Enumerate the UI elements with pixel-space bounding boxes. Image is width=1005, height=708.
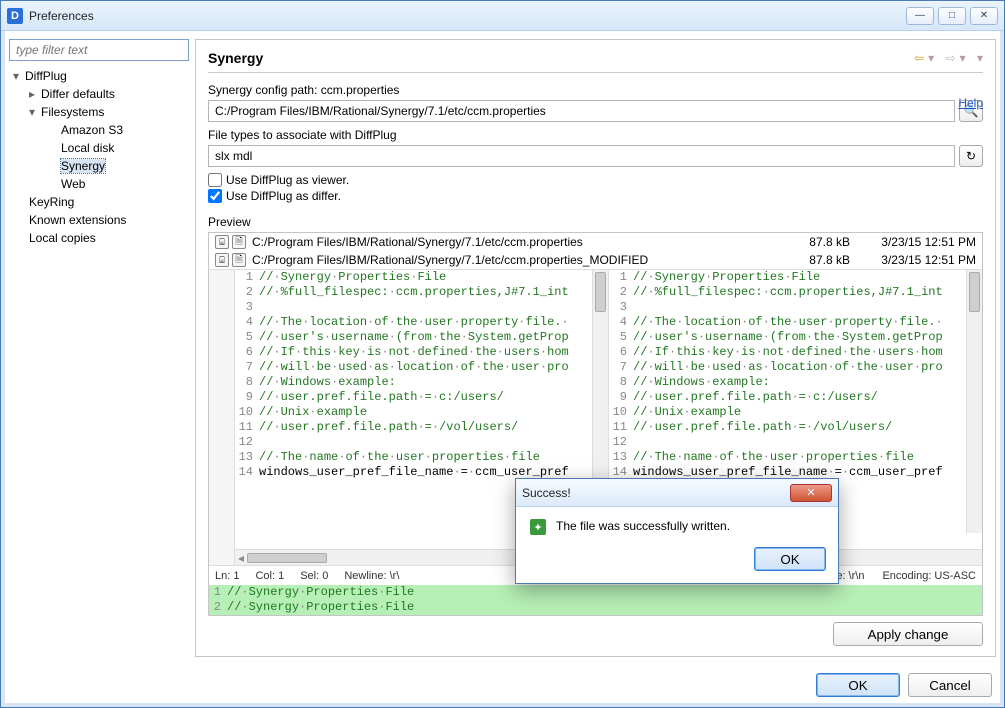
shield-icon: ✦ — [530, 519, 546, 535]
tree-item-local-copies[interactable]: Local copies — [9, 229, 189, 247]
help-link[interactable]: Help — [958, 96, 983, 110]
window-body: DiffPlug Differ defaults Filesystems Ama… — [1, 31, 1004, 665]
preview-label: Preview — [208, 215, 983, 229]
dialog-ok-button[interactable]: OK — [754, 547, 826, 571]
nav-tree[interactable]: DiffPlug Differ defaults Filesystems Ama… — [9, 67, 189, 657]
scrollbar-vertical[interactable] — [966, 270, 982, 533]
forward-icon[interactable]: ⇨ — [946, 51, 956, 65]
disk-icon: ⌸ — [215, 253, 229, 267]
file-icon: 🗎 — [232, 235, 246, 249]
dialog-title: Success! — [522, 486, 790, 500]
tree-item-differ-defaults[interactable]: Differ defaults — [9, 85, 189, 103]
viewer-checkbox[interactable] — [208, 173, 222, 187]
sidebar: DiffPlug Differ defaults Filesystems Ama… — [9, 39, 189, 657]
apply-change-button[interactable]: Apply change — [833, 622, 983, 646]
differ-checkbox-label: Use DiffPlug as differ. — [226, 189, 341, 203]
dialog-footer: OK Cancel — [1, 665, 1004, 707]
back-icon[interactable]: ⇦ — [914, 51, 924, 65]
maximize-button[interactable]: □ — [938, 7, 966, 25]
file-path: C:/Program Files/IBM/Rational/Synergy/7.… — [252, 253, 774, 267]
filter-input[interactable] — [9, 39, 189, 61]
reset-button[interactable]: ↻ — [959, 145, 983, 167]
forward-menu-icon[interactable]: ▾ — [960, 51, 966, 65]
tree-item-diffplug[interactable]: DiffPlug — [9, 67, 189, 85]
cancel-button[interactable]: Cancel — [908, 673, 992, 697]
diff-gutter — [209, 270, 235, 549]
viewer-checkbox-label: Use DiffPlug as viewer. — [226, 173, 349, 187]
status-sel: Sel: 0 — [300, 570, 328, 582]
titlebar[interactable]: D Preferences — □ ✕ — [1, 1, 1004, 31]
merged-result: 1//·Synergy·Properties·File2//·Synergy·P… — [209, 585, 982, 615]
tree-item-amazon-s3[interactable]: Amazon S3 — [9, 121, 189, 139]
app-icon: D — [7, 8, 23, 24]
status-line: Ln: 1 — [215, 570, 239, 582]
file-list: ⌸🗎 C:/Program Files/IBM/Rational/Synergy… — [209, 233, 982, 270]
tree-item-web[interactable]: Web — [9, 175, 189, 193]
dialog-close-button[interactable]: ✕ — [790, 484, 832, 502]
config-path-input[interactable] — [208, 100, 955, 122]
minimize-button[interactable]: — — [906, 7, 934, 25]
close-button[interactable]: ✕ — [970, 7, 998, 25]
tree-item-keyring[interactable]: KeyRing — [9, 193, 189, 211]
file-date: 3/23/15 12:51 PM — [856, 253, 976, 267]
file-path: C:/Program Files/IBM/Rational/Synergy/7.… — [252, 235, 774, 249]
dialog-titlebar[interactable]: Success! ✕ — [516, 479, 838, 507]
dialog-message: The file was successfully written. — [556, 519, 730, 533]
file-date: 3/23/15 12:51 PM — [856, 235, 976, 249]
back-menu-icon[interactable]: ▾ — [928, 51, 934, 65]
disk-icon: ⌸ — [215, 235, 229, 249]
ok-button[interactable]: OK — [816, 673, 900, 697]
success-dialog: Success! ✕ ✦ The file was successfully w… — [515, 478, 839, 584]
status-col: Col: 1 — [255, 570, 284, 582]
refresh-icon: ↻ — [966, 149, 976, 163]
file-row[interactable]: ⌸🗎 C:/Program Files/IBM/Rational/Synergy… — [209, 251, 982, 269]
page-title: Synergy — [208, 50, 914, 66]
tree-item-filesystems[interactable]: Filesystems — [9, 103, 189, 121]
assoc-input[interactable] — [208, 145, 955, 167]
tree-item-known-extensions[interactable]: Known extensions — [9, 211, 189, 229]
config-path-label: Synergy config path: ccm.properties — [208, 83, 983, 97]
assoc-label: File types to associate with DiffPlug — [208, 128, 983, 142]
file-size: 87.8 kB — [780, 253, 850, 267]
window-title: Preferences — [29, 9, 94, 23]
differ-checkbox[interactable] — [208, 189, 222, 203]
file-row[interactable]: ⌸🗎 C:/Program Files/IBM/Rational/Synergy… — [209, 233, 982, 251]
preferences-window: D Preferences — □ ✕ DiffPlug Differ defa… — [0, 0, 1005, 708]
status-encoding: Encoding: US-ASC — [882, 570, 976, 582]
file-icon: 🗎 — [232, 253, 246, 267]
tree-item-local-disk[interactable]: Local disk — [9, 139, 189, 157]
file-size: 87.8 kB — [780, 235, 850, 249]
status-newline-left: Newline: \r\ — [344, 570, 399, 582]
menu-dropdown-icon[interactable]: ▾ — [977, 51, 983, 65]
nav-arrows: ⇦ ▾ ⇨ ▾ ▾ — [914, 51, 983, 65]
tree-item-synergy[interactable]: Synergy — [9, 157, 189, 175]
